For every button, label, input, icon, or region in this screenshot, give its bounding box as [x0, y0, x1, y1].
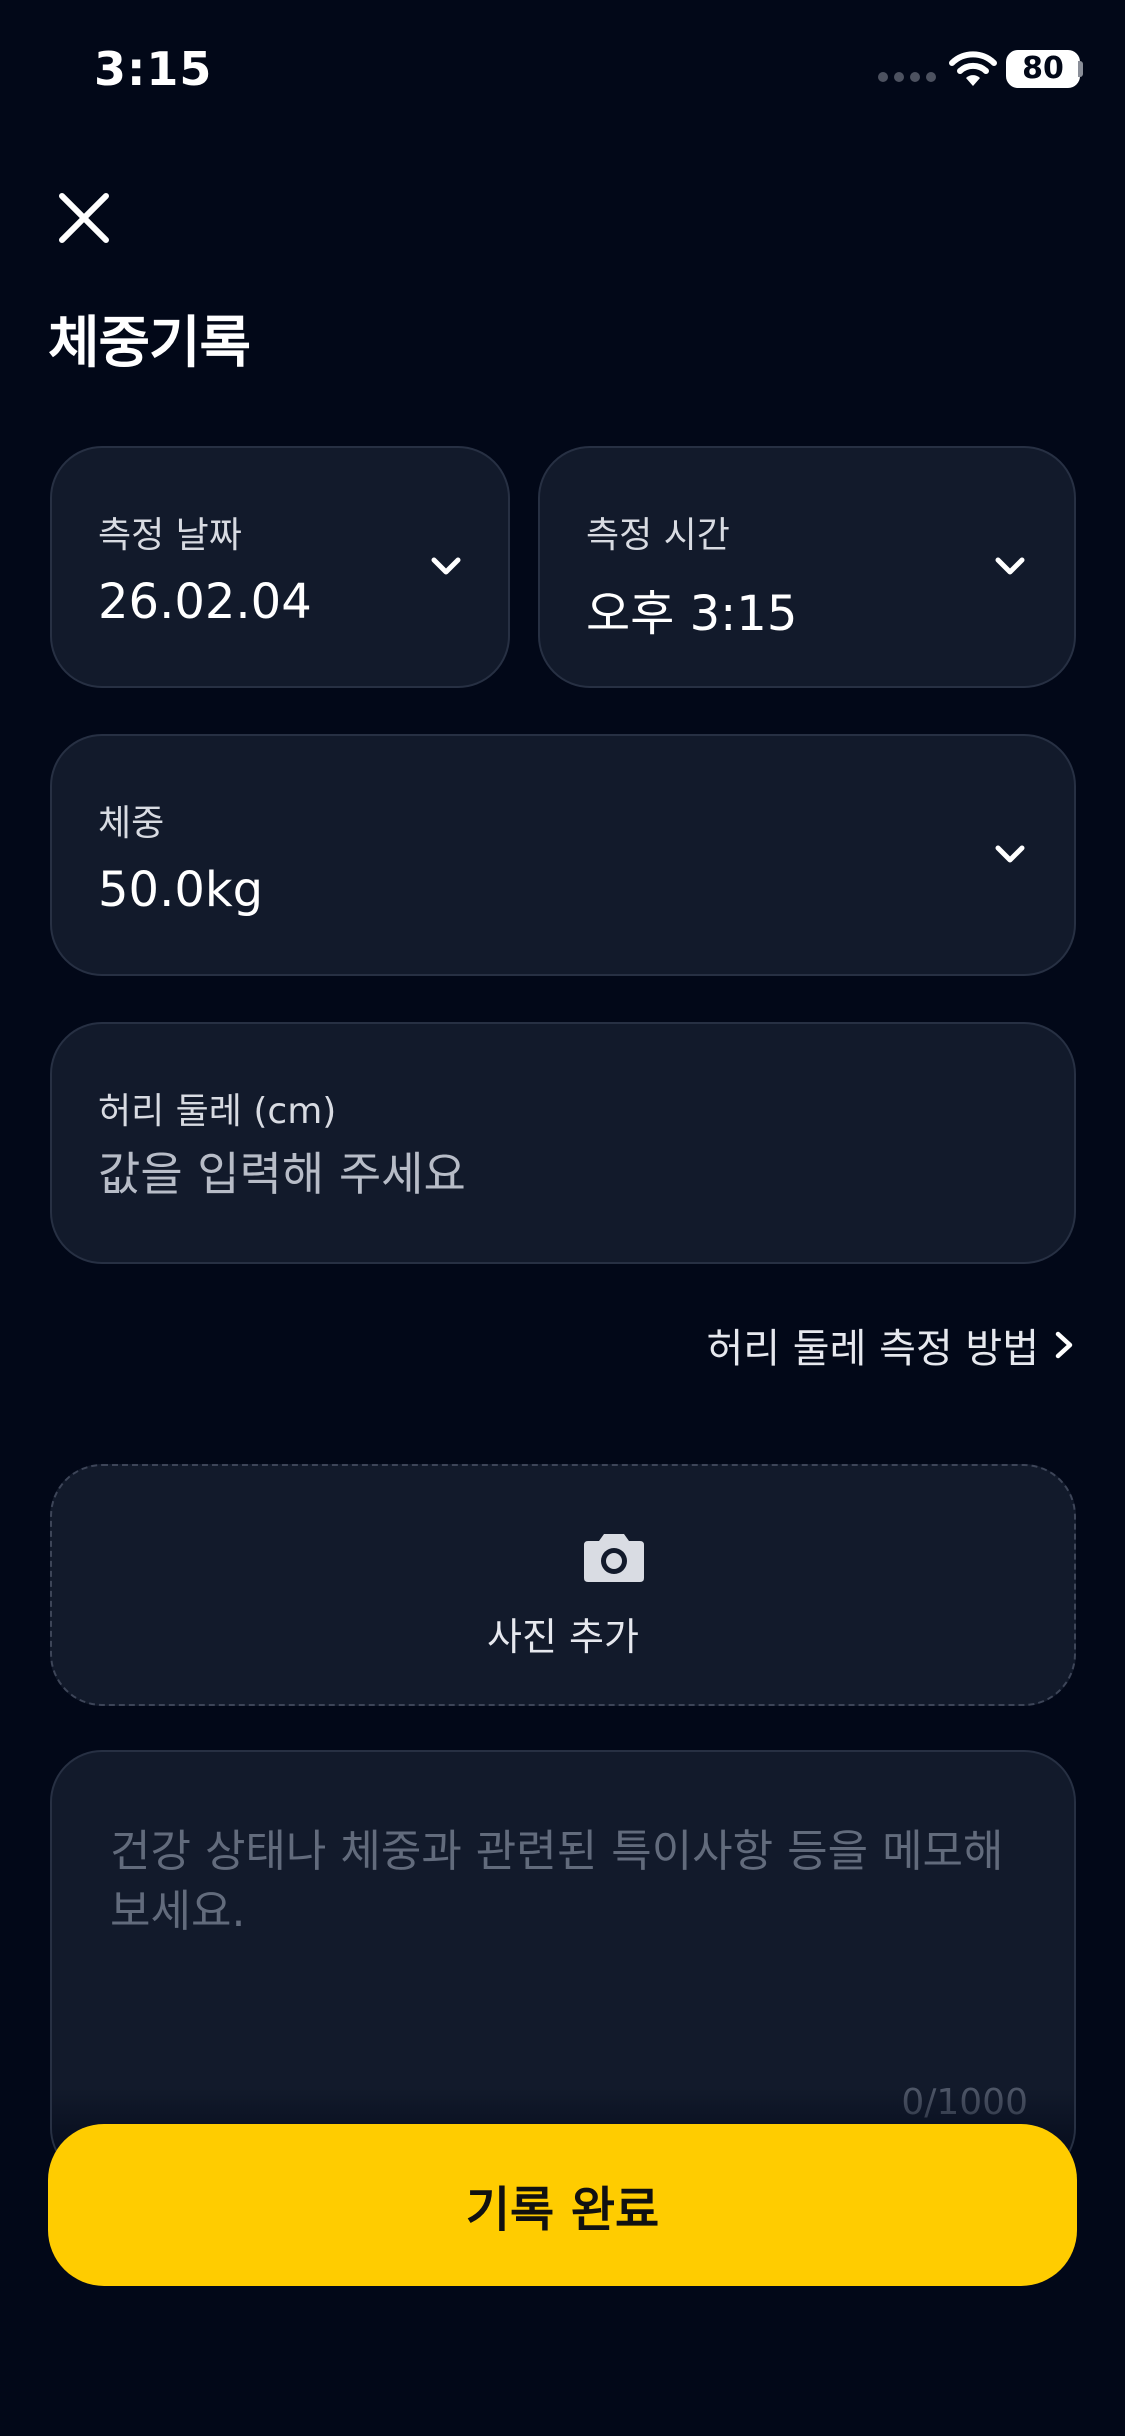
time-value: 오후 3:15	[586, 586, 798, 642]
chevron-down-icon	[995, 557, 1025, 575]
add-photo-label: 사진 추가	[487, 1615, 639, 1659]
camera-icon	[584, 1534, 644, 1582]
waist-input[interactable]	[98, 1142, 998, 1206]
page-title: 체중기록	[48, 311, 251, 376]
waist-link-label: 허리 둘레 측정 방법	[706, 1326, 1039, 1372]
weight-label: 체중	[98, 803, 165, 844]
close-icon[interactable]	[52, 186, 116, 250]
submit-record-button[interactable]: 기록 완료	[48, 2124, 1077, 2286]
waist-field: 허리 둘레 (cm)	[50, 1022, 1076, 1264]
memo-field: 0/1000	[50, 1750, 1076, 2180]
waist-label: 허리 둘레 (cm)	[98, 1091, 337, 1132]
memo-textarea[interactable]	[110, 1822, 1030, 2082]
signal-dots-icon	[878, 72, 936, 82]
date-value: 26.02.04	[98, 574, 312, 630]
date-label: 측정 날짜	[98, 515, 242, 556]
chevron-down-icon	[995, 845, 1025, 863]
time-select[interactable]: 측정 시간 오후 3:15	[538, 446, 1076, 688]
weight-record-screen: 3:15 80 체중기록 측정 날짜 26.02.04 측정 시간 오후 3:1…	[0, 0, 1125, 2436]
waist-measure-guide-link[interactable]: 허리 둘레 측정 방법	[706, 1316, 1077, 1374]
status-time: 3:15	[94, 42, 213, 96]
battery-icon: 80	[1006, 50, 1080, 88]
chevron-down-icon	[431, 557, 461, 575]
wifi-icon	[949, 51, 997, 86]
add-photo-button[interactable]: 사진 추가	[50, 1464, 1076, 1706]
chevron-right-icon	[1055, 1331, 1073, 1359]
memo-char-count: 0/1000	[901, 2082, 1028, 2123]
time-label: 측정 시간	[586, 515, 730, 556]
date-select[interactable]: 측정 날짜 26.02.04	[50, 446, 510, 688]
weight-value: 50.0kg	[98, 862, 264, 918]
status-bar: 3:15 80	[0, 0, 1125, 140]
battery-cap	[1078, 61, 1083, 77]
weight-select[interactable]: 체중 50.0kg	[50, 734, 1076, 976]
